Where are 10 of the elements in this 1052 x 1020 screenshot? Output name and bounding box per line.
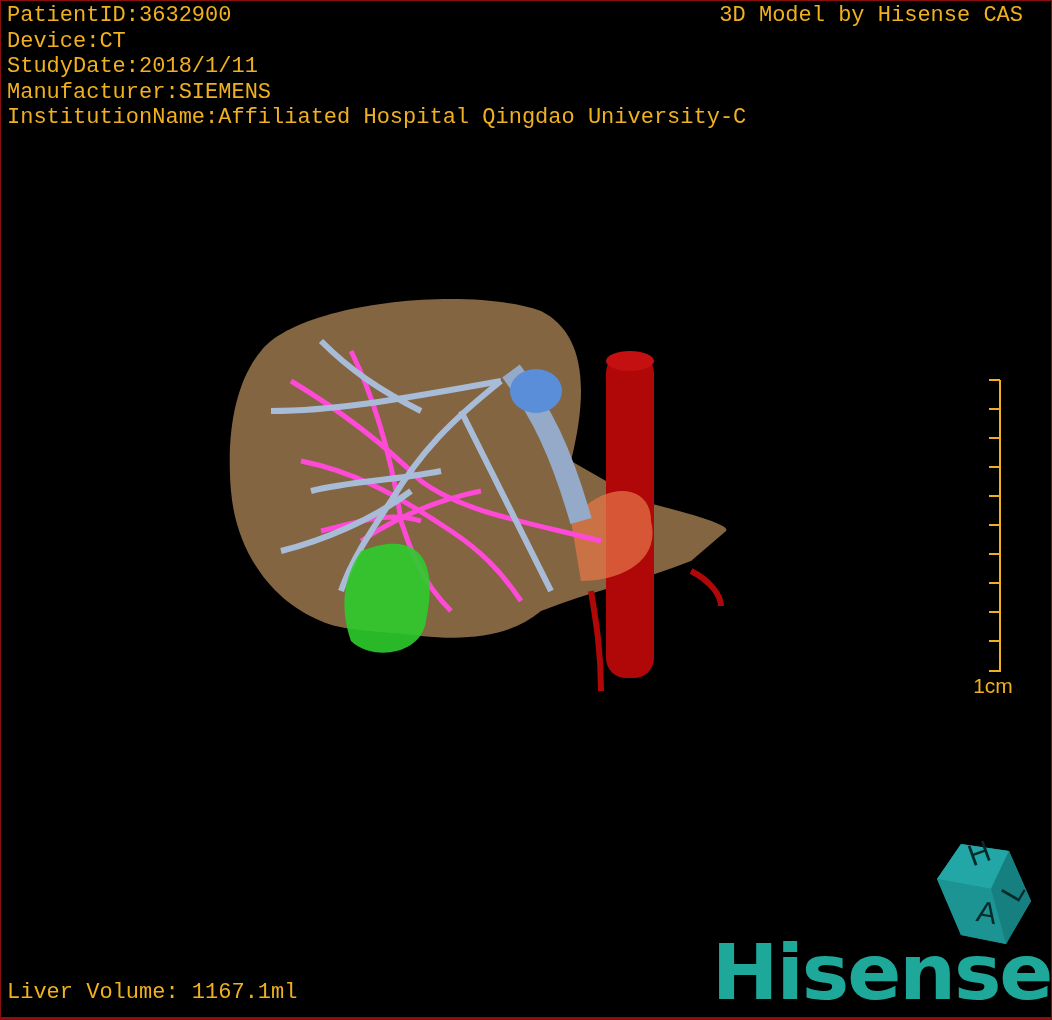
hisense-logo: Hisense xyxy=(711,933,1051,1013)
study-info-text: Manufacturer:SIEMENS xyxy=(7,79,272,105)
study-info-text: Device:CT xyxy=(7,28,126,54)
study-info-text: StudyDate:2018/1/11 xyxy=(7,54,258,80)
liver-volume-text: Liver Volume: 1167.1ml xyxy=(7,979,298,1005)
cube-face-letter: H xyxy=(963,833,995,873)
study-info-text: PatientID:3632900 xyxy=(7,3,232,29)
study-info-text: InstitutionName:Affiliated Hospital Qingdao University-C xyxy=(7,105,747,131)
scale-bar-label: 1cm xyxy=(973,674,1013,697)
viewer-title: 3D Model by Hisense CAS xyxy=(719,3,1023,29)
